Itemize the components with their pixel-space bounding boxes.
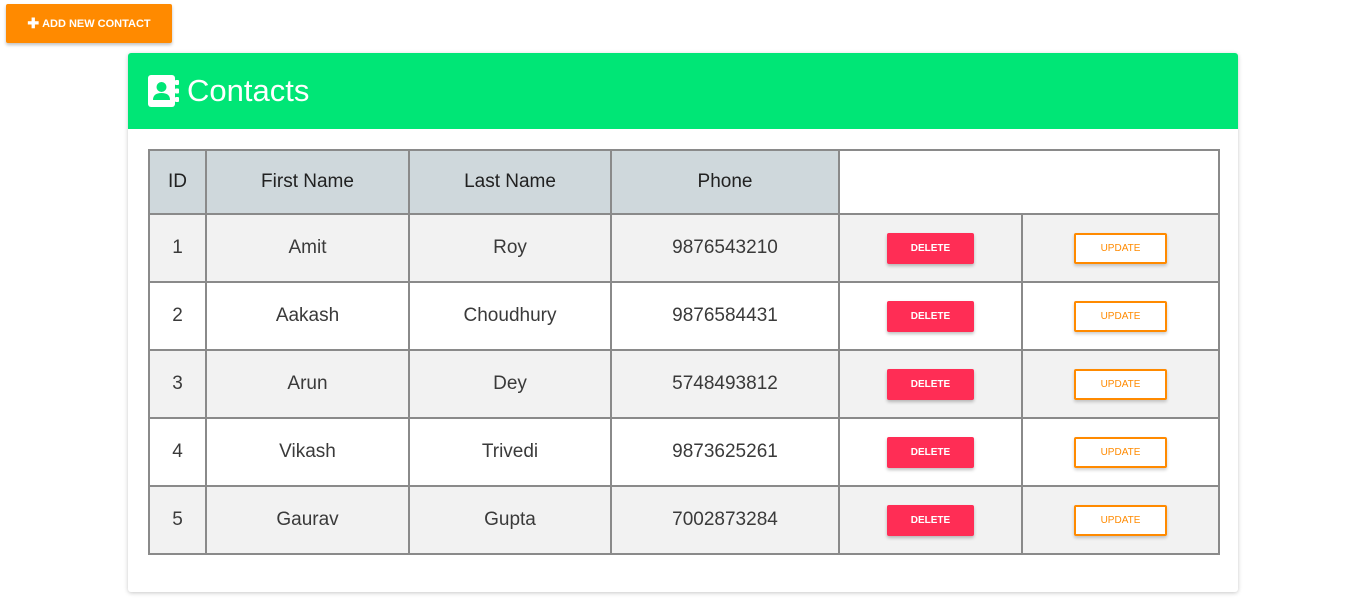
- table-header-row: ID First Name Last Name Phone: [148, 149, 1220, 215]
- cell-first-name: Aakash: [205, 281, 410, 351]
- contacts-table: ID First Name Last Name Phone 1 Amit Roy…: [148, 149, 1220, 555]
- delete-button[interactable]: DELETE: [887, 368, 974, 400]
- cell-phone: 7002873284: [610, 485, 840, 555]
- cell-update: UPDATE: [1021, 349, 1220, 419]
- update-button[interactable]: UPDATE: [1074, 436, 1167, 468]
- cell-phone: 9876584431: [610, 281, 840, 351]
- cell-update: UPDATE: [1021, 281, 1220, 351]
- update-button[interactable]: UPDATE: [1074, 300, 1167, 332]
- cell-delete: DELETE: [838, 417, 1023, 487]
- address-book-icon: [148, 75, 179, 107]
- column-header-id: ID: [148, 149, 207, 215]
- table-row: 1 Amit Roy 9876543210 DELETE UPDATE: [148, 213, 1220, 283]
- cell-update: UPDATE: [1021, 213, 1220, 283]
- delete-button[interactable]: DELETE: [887, 436, 974, 468]
- cell-last-name: Choudhury: [408, 281, 612, 351]
- table-row: 2 Aakash Choudhury 9876584431 DELETE UPD…: [148, 281, 1220, 351]
- delete-button[interactable]: DELETE: [887, 504, 974, 536]
- column-header-phone: Phone: [610, 149, 840, 215]
- cell-first-name: Vikash: [205, 417, 410, 487]
- table-row: 4 Vikash Trivedi 9873625261 DELETE UPDAT…: [148, 417, 1220, 487]
- update-button[interactable]: UPDATE: [1074, 368, 1167, 400]
- cell-last-name: Dey: [408, 349, 612, 419]
- cell-update: UPDATE: [1021, 485, 1220, 555]
- page-title: Contacts: [187, 72, 310, 108]
- update-button[interactable]: UPDATE: [1074, 504, 1167, 536]
- cell-id: 4: [148, 417, 207, 487]
- column-header-first-name: First Name: [205, 149, 410, 215]
- cell-last-name: Roy: [408, 213, 612, 283]
- table-row: 5 Gaurav Gupta 7002873284 DELETE UPDATE: [148, 485, 1220, 555]
- cell-last-name: Gupta: [408, 485, 612, 555]
- add-new-contact-button[interactable]: ✚ ADD NEW CONTACT: [6, 4, 172, 43]
- cell-delete: DELETE: [838, 281, 1023, 351]
- plus-icon: ✚: [27, 14, 40, 31]
- cell-update: UPDATE: [1021, 417, 1220, 487]
- cell-delete: DELETE: [838, 485, 1023, 555]
- cell-phone: 9876543210: [610, 213, 840, 283]
- cell-delete: DELETE: [838, 213, 1023, 283]
- card-header: Contacts: [128, 53, 1238, 129]
- column-header-last-name: Last Name: [408, 149, 612, 215]
- cell-id: 2: [148, 281, 207, 351]
- delete-button[interactable]: DELETE: [887, 232, 974, 264]
- cell-first-name: Amit: [205, 213, 410, 283]
- table-row: 3 Arun Dey 5748493812 DELETE UPDATE: [148, 349, 1220, 419]
- contacts-card: Contacts ID First Name Last Name Phone 1…: [128, 53, 1238, 592]
- delete-button[interactable]: DELETE: [887, 300, 974, 332]
- cell-first-name: Gaurav: [205, 485, 410, 555]
- update-button[interactable]: UPDATE: [1074, 232, 1167, 264]
- cell-id: 5: [148, 485, 207, 555]
- cell-first-name: Arun: [205, 349, 410, 419]
- cell-id: 3: [148, 349, 207, 419]
- cell-phone: 5748493812: [610, 349, 840, 419]
- cell-id: 1: [148, 213, 207, 283]
- cell-phone: 9873625261: [610, 417, 840, 487]
- column-header-actions: [838, 149, 1220, 215]
- cell-last-name: Trivedi: [408, 417, 612, 487]
- cell-delete: DELETE: [838, 349, 1023, 419]
- add-new-contact-label: ADD NEW CONTACT: [42, 17, 151, 30]
